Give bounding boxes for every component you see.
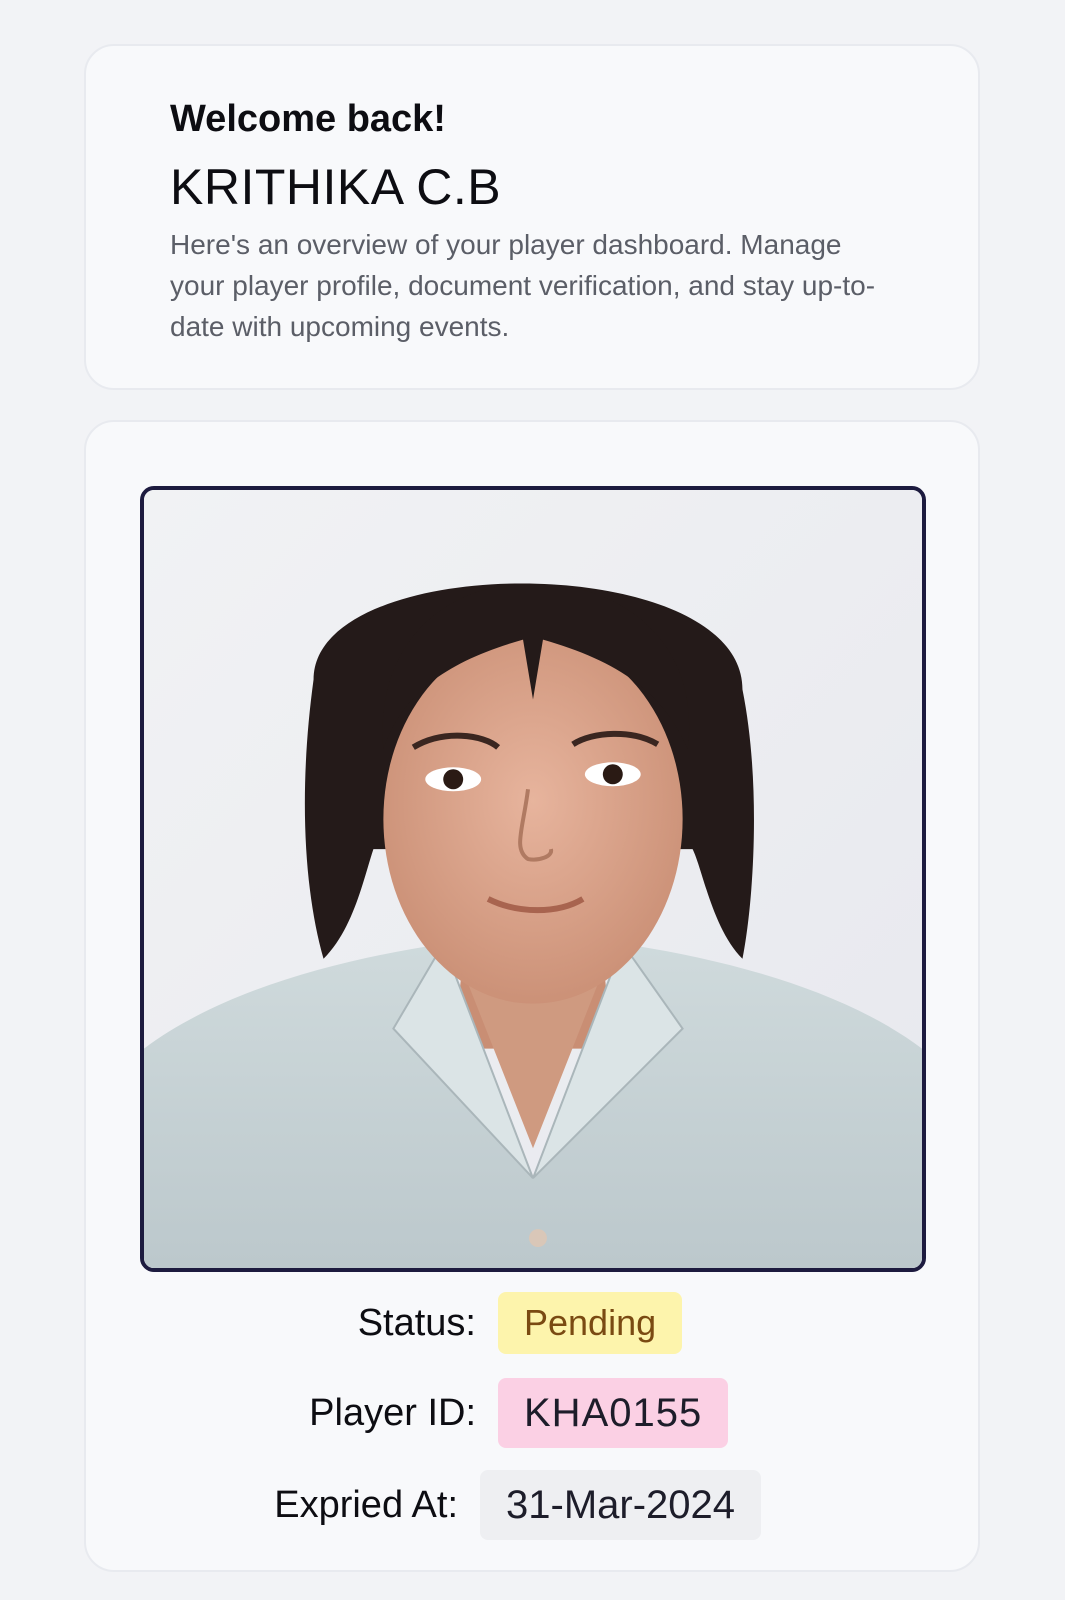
- expired-at-label: Expried At:: [274, 1483, 458, 1526]
- status-row: Status: Pending: [86, 1292, 683, 1354]
- player-id-row: Player ID: KHA0155: [86, 1378, 729, 1448]
- dashboard-overview-text: Here's an overview of your player dashbo…: [170, 229, 876, 342]
- player-id-label: Player ID:: [309, 1391, 476, 1434]
- expired-at-value: 31-Mar-2024: [480, 1470, 762, 1540]
- player-profile-card: Status: Pending Player ID: KHA0155 Expri…: [84, 420, 980, 1572]
- player-portrait-image: [144, 490, 922, 1268]
- expired-at-row: Expried At: 31-Mar-2024: [86, 1470, 762, 1540]
- player-photo: [140, 486, 926, 1272]
- status-badge: Pending: [498, 1292, 683, 1354]
- welcome-card: Welcome back! KRITHIKA C.B Here's an ove…: [84, 44, 980, 390]
- player-id-badge: KHA0155: [498, 1378, 729, 1448]
- welcome-title: Welcome back!: [170, 98, 446, 140]
- player-name: KRITHIKA C.B: [170, 159, 502, 215]
- status-label: Status:: [357, 1301, 476, 1344]
